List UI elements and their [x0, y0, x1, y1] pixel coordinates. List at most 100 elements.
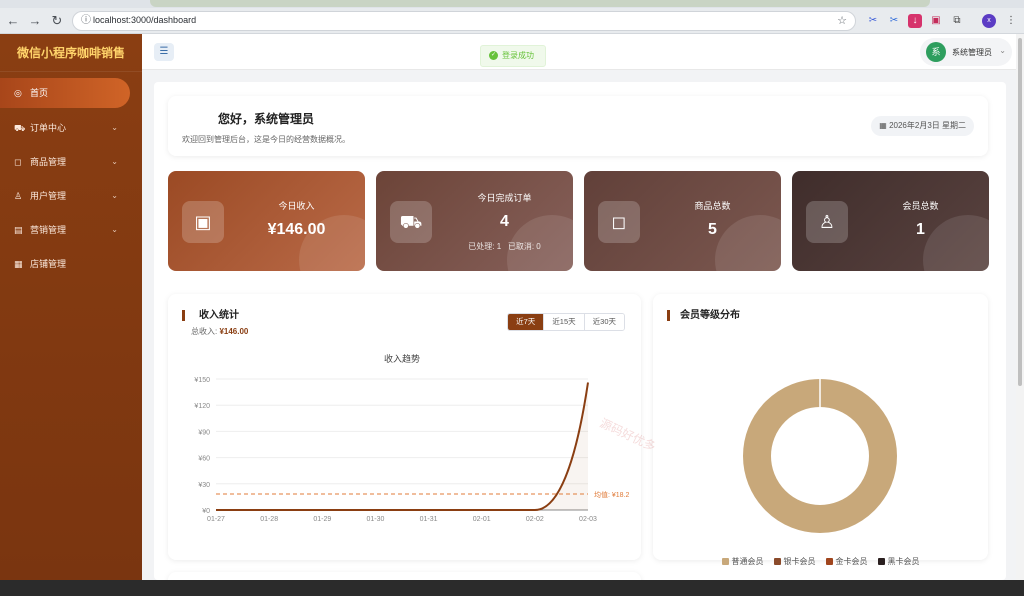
reload-icon[interactable]: ↻	[48, 12, 66, 30]
avatar: 系	[926, 42, 946, 62]
x-tick-label: 01-30	[366, 516, 384, 523]
extension-scissors-icon[interactable]: ✂	[866, 14, 880, 28]
chevron-down-icon: ⌄	[111, 157, 118, 166]
user-menu[interactable]: 系 系统管理员 ⌄	[920, 38, 1012, 66]
y-tick-label: ¥150	[194, 377, 210, 384]
stat-label: 今日收入	[278, 201, 315, 211]
legend-swatch	[825, 558, 833, 566]
sidebar-item-label: 用户管理	[30, 191, 67, 201]
bookmark-star-icon[interactable]: ☆	[837, 14, 847, 27]
member-panel: 会员等级分布 普通会员 银卡会员 金卡会员 黑卡会员	[653, 294, 988, 566]
date-text: 2026年2月3日 星期二	[889, 121, 966, 130]
income-line-chart: 收入趋势 ¥0 ¥30 ¥60 ¥90 ¥120 ¥150 01-27 01-28 01-29 01…	[194, 353, 640, 523]
back-icon[interactable]: ←	[4, 12, 22, 30]
user-name: 系统管理员	[952, 48, 992, 57]
page-viewport: 微信小程序咖啡销售 ◎ 首页 ⛟ 订单中心 ⌄ ◻ 商品管理 ⌄ ♙ 用户管理 ⌄ ▤ 营销管理…	[0, 34, 1016, 580]
pie-slice	[743, 379, 897, 533]
scrollbar-thumb[interactable]	[1018, 38, 1022, 386]
x-tick-label: 01-27	[207, 516, 225, 523]
store-icon: ▦	[14, 259, 23, 269]
sidebar-item-label: 首页	[30, 88, 49, 98]
legend-swatch	[773, 558, 781, 566]
legend-label: 金卡会员	[835, 557, 868, 566]
stat-card-income: ▣ 今日收入 ¥146.00	[168, 171, 365, 271]
check-circle-icon: ✓	[489, 51, 498, 61]
next-card	[168, 572, 641, 580]
legend-swatch	[877, 558, 885, 566]
sidebar-item-orders[interactable]: ⛟ 订单中心 ⌄	[0, 111, 136, 145]
sidebar-item-products[interactable]: ◻ 商品管理 ⌄	[0, 145, 136, 179]
legend-item[interactable]: 黑卡会员	[877, 556, 920, 567]
stat-label: 会员总数	[902, 201, 939, 211]
sidebar-item-users[interactable]: ♙ 用户管理 ⌄	[0, 179, 136, 213]
sidebar-item-store[interactable]: ▦ 店铺管理	[0, 247, 136, 281]
legend-swatch	[721, 558, 729, 566]
legend-item[interactable]: 普通会员	[721, 556, 764, 567]
dashboard-content: 您好，系统管理员 欢迎回到管理后台，这是今日的经营数据概况。 ▦ 2026年2月…	[154, 82, 1006, 580]
stat-card-products: ◻ 商品总数 5	[584, 171, 781, 271]
sidebar-item-label: 店铺管理	[30, 259, 67, 269]
browser-menu-icon[interactable]: ⋮	[1004, 14, 1018, 28]
stat-card-orders: ⛟ 今日完成订单 4 已处理: 1 已取消: 0	[376, 171, 573, 271]
greeting-title: 您好，系统管理员	[218, 112, 315, 126]
y-tick-label: ¥60	[198, 456, 210, 463]
profile-avatar[interactable]: x	[982, 14, 996, 28]
top-header: ☰ ✓ 登录成功 系 系统管理员 ⌄	[142, 34, 1016, 70]
chart-title: 收入趋势	[384, 353, 420, 364]
sidebar-item-label: 营销管理	[30, 225, 67, 235]
x-tick-label: 01-29	[313, 516, 331, 523]
calendar-icon: ▦	[879, 121, 890, 130]
user-icon: ♙	[806, 201, 848, 243]
y-tick-label: ¥0	[202, 508, 210, 515]
sidebar-item-label: 商品管理	[30, 157, 67, 167]
scrollbar[interactable]	[1016, 34, 1024, 580]
legend-label: 银卡会员	[783, 557, 816, 566]
processed-count: 已处理: 1	[468, 242, 502, 251]
legend-item[interactable]: 银卡会员	[773, 556, 816, 567]
legend-label: 普通会员	[731, 557, 764, 566]
toast-message: 登录成功	[502, 51, 534, 60]
success-toast: ✓ 登录成功	[480, 45, 546, 67]
x-tick-label: 01-31	[420, 516, 438, 523]
series-line	[216, 382, 589, 511]
y-tick-label: ¥90	[198, 429, 210, 436]
x-tick-label: 01-28	[260, 516, 278, 523]
cart-icon: ⛟	[14, 123, 26, 133]
x-tick-label: 02-01	[473, 516, 491, 523]
extension-cut-icon[interactable]: ✂	[887, 14, 901, 28]
chevron-down-icon: ⌄	[999, 46, 1006, 55]
brand-title: 微信小程序咖啡销售	[0, 34, 142, 72]
average-label: 均值: ¥18.2	[594, 490, 630, 499]
chevron-down-icon: ⌄	[111, 191, 118, 200]
date-badge: ▦ 2026年2月3日 星期二	[871, 116, 974, 136]
stat-sub: 已处理: 1 已取消: 0	[436, 241, 573, 252]
sidebar-item-marketing[interactable]: ▤ 营销管理 ⌄	[0, 213, 136, 247]
bag-icon: ◻	[14, 157, 22, 167]
stat-value: 4	[500, 213, 509, 230]
stat-label: 今日完成订单	[477, 193, 532, 203]
stat-label: 商品总数	[694, 201, 731, 211]
sidebar: 微信小程序咖啡销售 ◎ 首页 ⛟ 订单中心 ⌄ ◻ 商品管理 ⌄ ♙ 用户管理 ⌄ ▤ 营销管理…	[0, 34, 142, 580]
chevron-down-icon: ⌄	[111, 225, 118, 234]
chart-icon: ▤	[14, 225, 23, 235]
y-tick-label: ¥120	[194, 403, 210, 410]
cart-icon: ⛟	[390, 201, 432, 243]
user-icon: ♙	[14, 191, 23, 201]
x-tick-label: 02-03	[579, 516, 597, 523]
extensions-puzzle-icon[interactable]: ⧉	[950, 14, 964, 28]
y-tick-label: ¥30	[198, 482, 210, 489]
chevron-down-icon: ⌄	[111, 123, 118, 132]
legend-item[interactable]: 金卡会员	[825, 556, 868, 567]
dashboard-icon: ◎	[14, 88, 22, 98]
site-info-icon[interactable]: ⓘ	[79, 14, 93, 28]
sidebar-item-home[interactable]: ◎ 首页	[0, 78, 130, 108]
url-text: localhost:3000/dashboard	[93, 15, 197, 25]
extension-download-icon[interactable]: ↓	[908, 14, 922, 28]
extension-picture-icon[interactable]: ▣	[929, 14, 943, 28]
forward-icon[interactable]: →	[26, 12, 44, 30]
sidebar-item-label: 订单中心	[30, 123, 67, 133]
active-tab[interactable]	[150, 0, 930, 7]
address-bar[interactable]: ⓘ localhost:3000/dashboard ☆	[72, 11, 856, 31]
menu-toggle-icon[interactable]: ☰	[154, 43, 174, 61]
chart-legend: 普通会员 银卡会员 金卡会员 黑卡会员	[653, 556, 988, 567]
